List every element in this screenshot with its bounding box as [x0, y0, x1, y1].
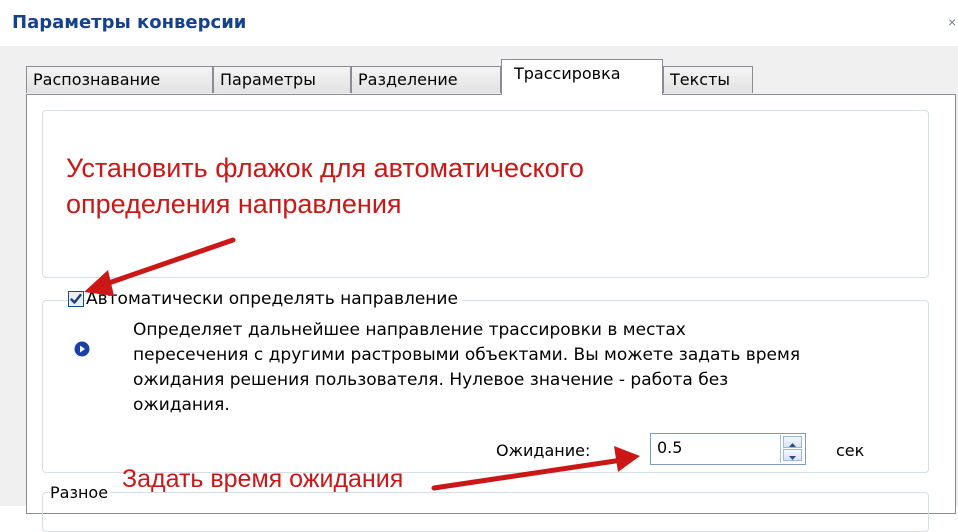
tab-separation[interactable]: Разделение [351, 66, 501, 93]
description-line-2: пересечения с другими растровыми объекта… [133, 345, 801, 365]
auto-direction-checkbox[interactable] [68, 291, 84, 307]
auto-direction-label[interactable]: Автоматически определять направление [86, 289, 462, 309]
wait-spinner [780, 435, 805, 463]
description-line-1: Определяет дальнейшее направление трасси… [133, 320, 686, 340]
wait-instruction-text: Задать время ожидания [122, 465, 404, 493]
wait-label: Ожидание: [496, 441, 591, 460]
misc-group-box [42, 492, 929, 532]
instruction-text-line2: определения направления [66, 189, 402, 219]
tab-recognition[interactable]: Распознавание [26, 66, 213, 93]
description-line-4: ожидания. [133, 395, 230, 415]
checkmark-icon [70, 293, 82, 304]
info-icon [74, 341, 90, 357]
close-icon[interactable]: × [948, 14, 956, 30]
spin-down-button[interactable] [783, 449, 802, 461]
misc-group-label: Разное [50, 483, 111, 502]
tab-parameters[interactable]: Параметры [213, 66, 351, 93]
window-title: Параметры конверсии [12, 12, 247, 33]
instruction-text-line1: Установить флажок для автоматического [66, 153, 584, 183]
wait-unit-label: сек [836, 441, 865, 460]
description-line-3: ожидания решения пользователя. Нулевое з… [133, 370, 729, 390]
arrow-down-icon [789, 456, 796, 460]
title-bar: Параметры конверсии × [0, 0, 958, 46]
spin-up-button[interactable] [783, 436, 802, 448]
tab-texts[interactable]: Тексты [663, 66, 753, 93]
tab-tracing[interactable]: Трассировка [501, 59, 663, 95]
